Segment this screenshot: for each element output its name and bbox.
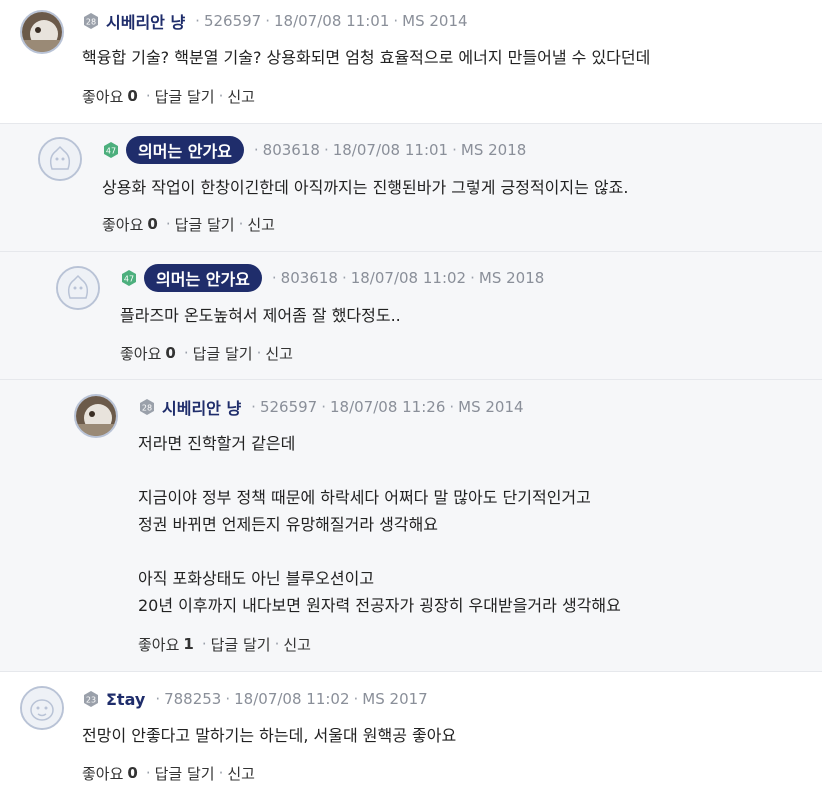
reply-button[interactable]: 답글 달기 — [155, 86, 215, 107]
user-id: 526597 — [259, 398, 318, 416]
comment: 28 시베리안 냥 · 526597 · 18/07/08 11:01 · MS… — [0, 0, 822, 123]
timestamp: 18/07/08 11:01 — [332, 141, 449, 159]
comment-actions: 좋아요 1 · 답글 달기 · 신고 — [138, 634, 311, 655]
comment-reply: 47 의머는 안가요 · 803618 · 18/07/08 11:02 · M… — [0, 251, 822, 379]
like-button[interactable]: 좋아요 — [82, 763, 123, 784]
timestamp: 18/07/08 11:02 — [234, 690, 350, 708]
like-button[interactable]: 좋아요 — [82, 86, 123, 107]
svg-text:47: 47 — [124, 275, 134, 284]
comment-reply: 28 시베리안 냥 · 526597 · 18/07/08 11:26 · MS… — [0, 379, 822, 671]
report-button[interactable]: 신고 — [265, 343, 293, 364]
level-badge-icon: 28 — [82, 12, 100, 30]
timestamp: 18/07/08 11:01 — [274, 12, 390, 30]
school-tag: MS 2018 — [460, 141, 527, 159]
school-tag: MS 2018 — [478, 269, 545, 287]
comment-body: 상용화 작업이 한창이긴한데 아직까지는 진행된바가 그렇게 긍정적이지는 않죠… — [102, 178, 629, 197]
comment-meta: 23 Σtay · 788253 · 18/07/08 11:02 · MS 2… — [82, 688, 428, 710]
like-count: 0 — [165, 344, 176, 362]
comment-actions: 좋아요 0 · 답글 달기 · 신고 — [120, 343, 293, 364]
report-button[interactable]: 신고 — [283, 634, 311, 655]
school-tag: MS 2017 — [362, 690, 428, 708]
comment-body: 핵융합 기술? 핵분열 기술? 상용화되면 엄청 효율적으로 에너지 만들어낼 … — [82, 48, 651, 67]
reply-button[interactable]: 답글 달기 — [155, 763, 215, 784]
comment: 23 Σtay · 788253 · 18/07/08 11:02 · MS 2… — [0, 671, 822, 797]
comment-body: 플라즈마 온도높혀서 제어좀 잘 했다정도.. — [120, 306, 401, 325]
school-tag: MS 2014 — [402, 12, 468, 30]
nickname[interactable]: 의머는 안가요 — [144, 264, 262, 292]
svg-text:23: 23 — [86, 696, 96, 705]
comment-actions: 좋아요 0 · 답글 달기 · 신고 — [82, 763, 255, 784]
report-button[interactable]: 신고 — [227, 763, 255, 784]
level-badge-icon: 47 — [102, 141, 120, 159]
comment-meta: 47 의머는 안가요 · 803618 · 18/07/08 11:02 · M… — [120, 264, 545, 292]
comment-body: 저라면 진학할거 같은데 지금이야 정부 정책 때문에 하락세다 어쩌다 말 많… — [138, 434, 621, 615]
nickname[interactable]: 시베리안 냥 — [106, 9, 185, 33]
comment-body: 전망이 안좋다고 말하기는 하는데, 서울대 원핵공 좋아요 — [82, 726, 457, 745]
report-button[interactable]: 신고 — [247, 214, 275, 235]
reply-button[interactable]: 답글 달기 — [193, 343, 253, 364]
like-count: 0 — [127, 87, 138, 105]
comment-meta: 28 시베리안 냥 · 526597 · 18/07/08 11:01 · MS… — [82, 10, 468, 32]
like-count: 0 — [147, 215, 158, 233]
user-id: 788253 — [164, 690, 222, 708]
school-tag: MS 2014 — [458, 398, 524, 416]
avatar[interactable] — [56, 266, 100, 310]
comment-meta: 47 의머는 안가요 · 803618 · 18/07/08 11:01 · M… — [102, 136, 527, 164]
avatar[interactable] — [38, 137, 82, 181]
level-badge-icon: 23 — [82, 690, 100, 708]
avatar[interactable] — [74, 394, 118, 438]
like-count: 0 — [127, 764, 138, 782]
user-id: 803618 — [262, 141, 320, 159]
like-button[interactable]: 좋아요 — [138, 634, 179, 655]
avatar[interactable] — [20, 10, 64, 54]
nickname[interactable]: 의머는 안가요 — [126, 136, 244, 164]
reply-button[interactable]: 답글 달기 — [175, 214, 235, 235]
comment-actions: 좋아요 0 · 답글 달기 · 신고 — [102, 214, 275, 235]
svg-text:47: 47 — [106, 147, 116, 156]
svg-text:28: 28 — [86, 18, 96, 27]
comment-reply: 47 의머는 안가요 · 803618 · 18/07/08 11:01 · M… — [0, 123, 822, 251]
user-id: 526597 — [203, 12, 262, 30]
report-button[interactable]: 신고 — [227, 86, 255, 107]
nickname[interactable]: Σtay — [106, 690, 145, 709]
reply-button[interactable]: 답글 달기 — [211, 634, 271, 655]
timestamp: 18/07/08 11:02 — [350, 269, 467, 287]
level-badge-icon: 28 — [138, 398, 156, 416]
level-badge-icon: 47 — [120, 269, 138, 287]
like-button[interactable]: 좋아요 — [120, 343, 161, 364]
like-button[interactable]: 좋아요 — [102, 214, 143, 235]
like-count: 1 — [183, 635, 194, 653]
comment-meta: 28 시베리안 냥 · 526597 · 18/07/08 11:26 · MS… — [138, 396, 524, 418]
avatar[interactable] — [20, 686, 64, 730]
comment-actions: 좋아요 0 · 답글 달기 · 신고 — [82, 86, 255, 107]
user-id: 803618 — [280, 269, 338, 287]
nickname[interactable]: 시베리안 냥 — [162, 395, 241, 419]
timestamp: 18/07/08 11:26 — [330, 398, 446, 416]
svg-text:28: 28 — [142, 404, 152, 413]
